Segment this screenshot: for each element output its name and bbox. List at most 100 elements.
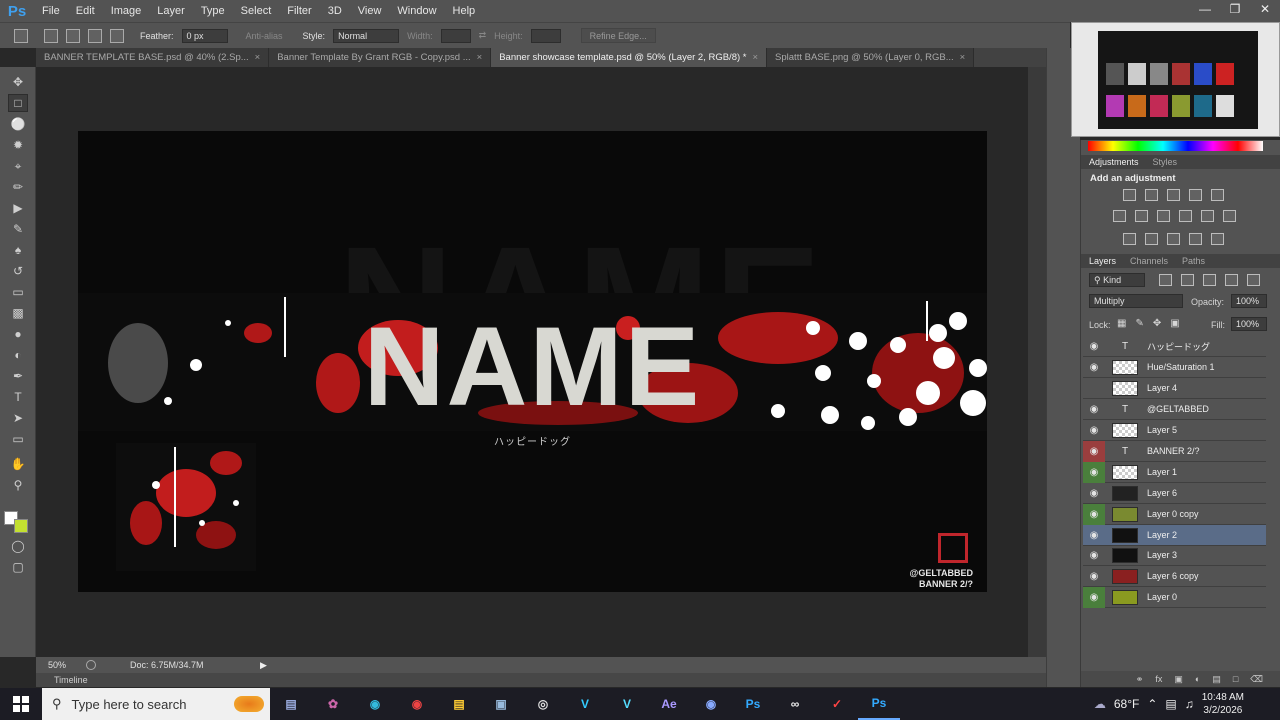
canvas-scrollbar[interactable] [1028, 67, 1046, 657]
new-group-icon[interactable]: ▤ [1212, 674, 1221, 685]
menu-3d[interactable]: 3D [320, 5, 350, 17]
zoom-tool-icon[interactable]: ⚲ [8, 476, 28, 494]
minimize-icon[interactable]: — [1190, 0, 1220, 18]
menu-help[interactable]: Help [445, 5, 484, 17]
weather-icon[interactable]: ☁ [1094, 697, 1106, 711]
brush-tool-icon[interactable]: ✎ [8, 220, 28, 238]
tab-banner-template-base[interactable]: BANNER TEMPLATE BASE.psd @ 40% (2.Sp... × [36, 48, 270, 67]
weather-temp[interactable]: 68°F [1114, 697, 1139, 711]
delete-layer-icon[interactable]: ⌫ [1250, 674, 1263, 685]
eyedropper-tool-icon[interactable]: ✏ [8, 178, 28, 196]
selective-color-icon[interactable] [1189, 233, 1202, 245]
filter-type-icon[interactable] [1203, 274, 1216, 286]
lock-icons[interactable]: ▦✎✥▣ [1117, 318, 1189, 329]
brightness-icon[interactable] [1123, 189, 1136, 201]
levels-icon[interactable] [1145, 189, 1158, 201]
menu-type[interactable]: Type [193, 5, 233, 17]
eraser-tool-icon[interactable]: ▭ [8, 283, 28, 301]
quick-mask-icon[interactable]: ◯ [8, 537, 28, 555]
layer-row-selected[interactable]: ◉ Layer 2 [1083, 525, 1266, 546]
layer-row[interactable]: ◉ T @GELTABBED [1083, 399, 1266, 420]
swap-icon[interactable]: ⇄ [479, 30, 487, 41]
layer-row[interactable]: ◉ Layer 1 [1083, 461, 1266, 483]
hand-tool-icon[interactable]: ✋ [8, 455, 28, 473]
after-effects-icon[interactable]: Ae [648, 688, 690, 720]
close-icon[interactable]: × [255, 52, 261, 63]
filter-adjustment-icon[interactable] [1181, 274, 1194, 286]
layer-row[interactable]: ◉ T ハッピードッグ [1083, 336, 1266, 357]
file-explorer-icon[interactable]: ▤ [438, 688, 480, 720]
windows-start-icon[interactable] [0, 688, 42, 720]
menu-edit[interactable]: Edit [68, 5, 103, 17]
visibility-eye-icon[interactable]: ◉ [1083, 483, 1105, 504]
marquee-tool-icon[interactable]: □ [8, 94, 28, 112]
posterize-icon[interactable] [1145, 233, 1158, 245]
status-menu-arrow-icon[interactable]: ▶ [260, 660, 267, 671]
invert-icon[interactable] [1123, 233, 1136, 245]
black-white-icon[interactable] [1157, 210, 1170, 222]
vegas-icon[interactable]: V [564, 688, 606, 720]
photoshop-logo[interactable]: Ps [0, 0, 34, 22]
blend-mode-select[interactable]: Multiply [1089, 294, 1183, 308]
lasso-tool-icon[interactable]: ⚪ [8, 115, 28, 133]
subtract-selection-icon[interactable] [88, 28, 102, 43]
taskbar-clock[interactable]: 10:48 AM 3/2/2026 [1202, 691, 1244, 717]
tab-channels[interactable]: Channels [1130, 256, 1168, 266]
visibility-eye-icon[interactable]: ◉ [1083, 503, 1105, 525]
menu-select[interactable]: Select [233, 5, 280, 17]
vivaldi-icon[interactable]: ✓ [816, 688, 858, 720]
tab-styles[interactable]: Styles [1153, 157, 1178, 167]
menu-view[interactable]: View [350, 5, 390, 17]
antialias-checkbox[interactable]: Anti-alias [246, 31, 283, 41]
layer-row[interactable]: ◉ Layer 3 [1083, 545, 1266, 566]
intersect-selection-icon[interactable] [110, 28, 124, 43]
color-spectrum[interactable] [1088, 141, 1263, 151]
new-selection-icon[interactable] [44, 28, 58, 43]
tab-banner-template-grant[interactable]: Banner Template By Grant RGB - Copy.psd … [269, 48, 492, 67]
blur-tool-icon[interactable]: ● [8, 325, 28, 343]
dodge-tool-icon[interactable]: ◐ [8, 346, 28, 364]
capcut-icon[interactable]: ∞ [774, 688, 816, 720]
visibility-eye-icon[interactable]: ◉ [1083, 357, 1105, 378]
color-lookup-icon[interactable] [1223, 210, 1236, 222]
tab-adjustments[interactable]: Adjustments [1089, 157, 1139, 167]
visibility-eye-icon[interactable]: ◉ [1083, 545, 1105, 566]
add-mask-icon[interactable]: ▣ [1174, 674, 1183, 685]
height-input[interactable] [530, 28, 561, 43]
photos-icon[interactable]: ▣ [480, 688, 522, 720]
refine-edge-button[interactable]: Refine Edge... [580, 28, 656, 43]
fill-input[interactable]: 100% [1231, 317, 1267, 331]
menu-window[interactable]: Window [389, 5, 444, 17]
vibrance-icon[interactable] [1211, 189, 1224, 201]
menu-file[interactable]: File [34, 5, 68, 17]
pen-tool-icon[interactable]: ✒ [8, 367, 28, 385]
exposure-icon[interactable] [1189, 189, 1202, 201]
close-icon[interactable]: × [477, 52, 483, 63]
menu-filter[interactable]: Filter [279, 5, 319, 17]
photoshop-active-icon[interactable]: Ps [858, 688, 900, 720]
feather-input[interactable]: 0 px [181, 28, 228, 43]
photoshop-taskbar-icon[interactable]: Ps [732, 688, 774, 720]
layer-style-icon[interactable]: fx [1155, 674, 1162, 684]
layer-row[interactable]: ◉ Layer 5 [1083, 420, 1266, 441]
visibility-eye-icon[interactable]: ◉ [1083, 440, 1105, 462]
visibility-eye-icon[interactable]: ◉ [1083, 399, 1105, 420]
path-select-tool-icon[interactable]: ➤ [8, 409, 28, 427]
style-select[interactable]: Normal [333, 28, 400, 43]
layer-row[interactable]: ◉ Hue/Saturation 1 [1083, 357, 1266, 378]
close-icon[interactable]: ✕ [1250, 0, 1280, 18]
chrome-icon[interactable]: ◉ [396, 688, 438, 720]
close-icon[interactable]: × [960, 52, 966, 63]
close-icon[interactable]: × [752, 52, 758, 63]
curves-icon[interactable] [1167, 189, 1180, 201]
add-selection-icon[interactable] [66, 28, 80, 43]
layer-row[interactable]: ◉ T BANNER 2/? [1083, 440, 1266, 462]
cinema4d-icon[interactable]: ◉ [690, 688, 732, 720]
link-layers-icon[interactable]: ⚭ [1136, 674, 1144, 685]
move-tool-icon[interactable]: ✥ [8, 73, 28, 91]
history-brush-tool-icon[interactable]: ↺ [8, 262, 28, 280]
threshold-icon[interactable] [1167, 233, 1180, 245]
visibility-eye-icon[interactable]: ◉ [1083, 336, 1105, 357]
visibility-eye-icon[interactable]: ◉ [1083, 420, 1105, 441]
kind-filter-select[interactable]: ⚲ Kind [1089, 273, 1145, 287]
